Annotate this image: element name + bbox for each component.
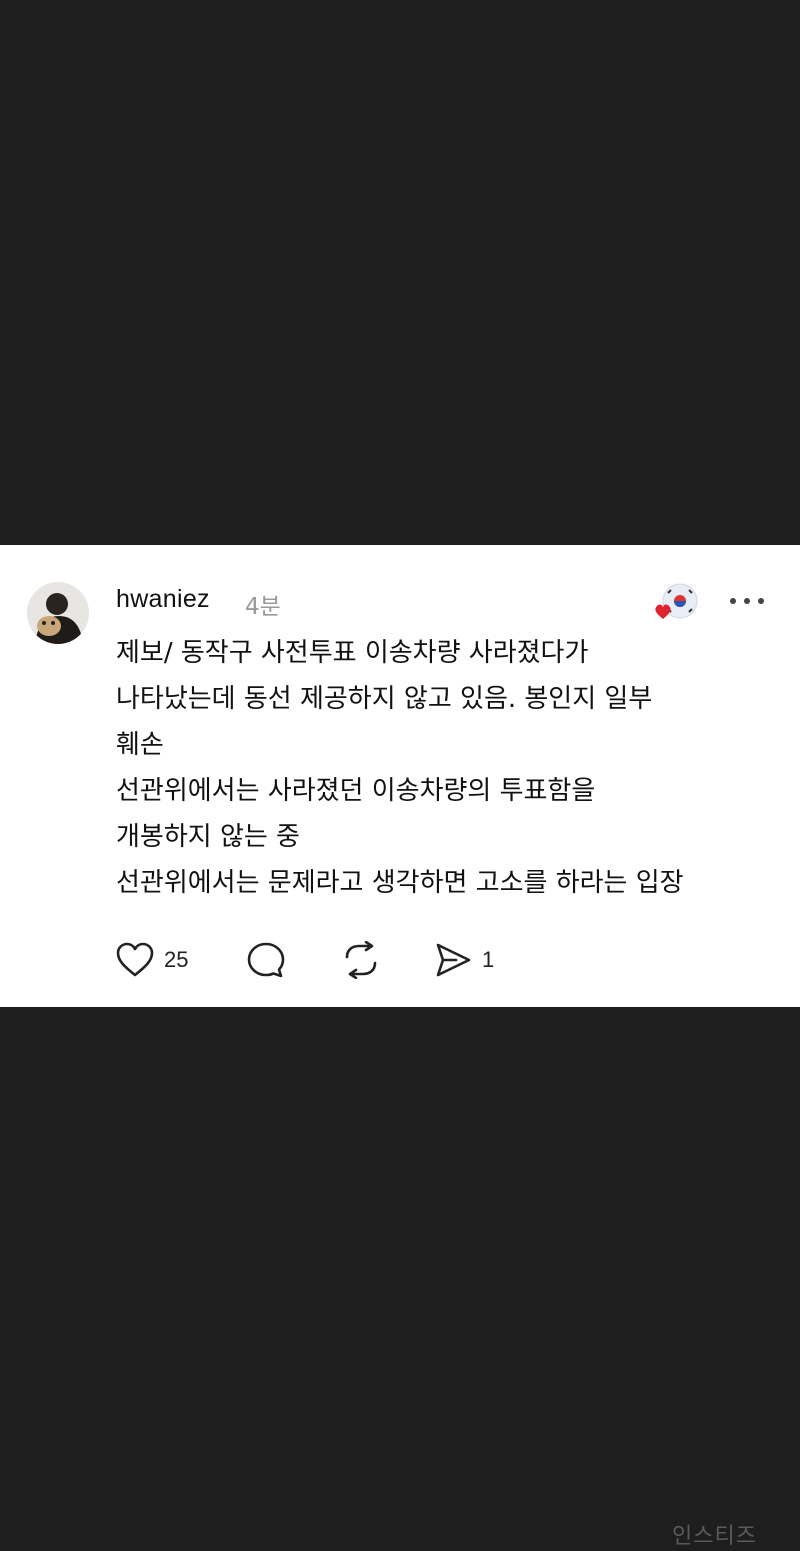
post-line: 나타났는데 동선 제공하지 않고 있음. 봉인지 일부 <box>116 684 653 714</box>
username[interactable]: hwaniez <box>116 585 210 614</box>
profile-badge[interactable] <box>652 583 700 631</box>
like-count: 25 <box>164 947 189 972</box>
avatar-photo <box>27 582 89 644</box>
watermark: 인스티즈 <box>672 1524 757 1549</box>
post-time: 4분 <box>245 594 281 620</box>
dark-background-top <box>0 0 800 545</box>
repost-button[interactable] <box>340 940 382 980</box>
post-line: 선관위에서는 문제라고 생각하면 고소를 하라는 입장 <box>116 868 684 898</box>
comment-bubble-icon <box>247 942 285 978</box>
send-icon <box>436 943 471 977</box>
action-bar: 25 1 <box>116 940 616 980</box>
flag-badge-icon <box>655 583 698 619</box>
share-count: 1 <box>482 947 495 972</box>
post-line: 제보/ 동작구 사전투표 이송차량 사라졌다가 <box>116 638 589 668</box>
more-button[interactable] <box>722 583 772 619</box>
comment-button[interactable] <box>246 940 286 980</box>
post-content: 제보/ 동작구 사전투표 이송차량 사라졌다가 나타났는데 동선 제공하지 않고… <box>116 630 776 906</box>
more-icon <box>730 598 764 604</box>
like-button[interactable]: 25 <box>116 940 188 980</box>
post-card: hwaniez 4분 제보/ 동작구 사전투표 이송차량 사라졌다가 나타났는데… <box>0 545 800 1007</box>
share-button[interactable]: 1 <box>434 940 494 980</box>
avatar[interactable] <box>27 582 89 644</box>
post-line: 개봉하지 않는 중 <box>116 822 300 852</box>
repost-icon <box>345 941 377 979</box>
post-line: 훼손 <box>116 730 164 760</box>
post-line: 선관위에서는 사라졌던 이송차량의 투표함을 <box>116 776 596 806</box>
heart-badge-icon <box>655 604 671 619</box>
dark-background-bottom <box>0 1007 800 1551</box>
heart-icon <box>116 942 154 977</box>
